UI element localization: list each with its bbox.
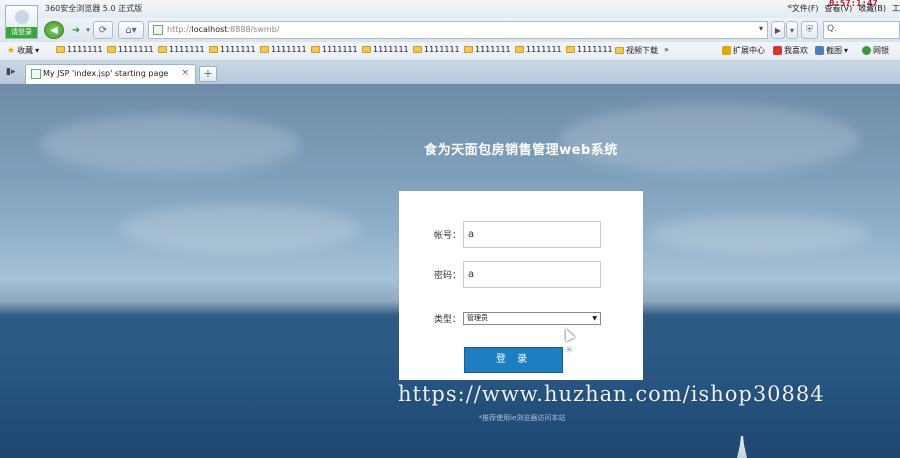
account-row: 帐号： <box>399 221 601 248</box>
chevron-down-icon: ▾ <box>86 26 90 34</box>
favorite-folder[interactable]: 1111111 <box>566 45 613 54</box>
heart-icon <box>773 46 782 55</box>
app-title: 360安全浏览器 5.0 正式版 <box>45 4 143 13</box>
type-label: 类型： <box>433 315 461 325</box>
folder-icon <box>260 46 269 53</box>
bank-icon <box>862 46 871 55</box>
favorite-folder[interactable]: 1111111 <box>158 45 205 54</box>
forward-dropdown[interactable]: ▾ <box>84 21 92 39</box>
account-label: 帐号： <box>433 231 461 241</box>
favorite-video-download[interactable]: 视频下载 <box>615 45 658 56</box>
go-button[interactable]: ▶ <box>771 21 785 39</box>
forward-button[interactable]: ➜ <box>66 21 86 39</box>
folder-icon <box>209 46 218 53</box>
background-cloud <box>650 214 870 254</box>
sidebar-toggle-icon[interactable]: ▮▸ <box>6 67 15 77</box>
go-dropdown[interactable]: ▾ <box>786 21 798 39</box>
login-link[interactable]: 请登录 <box>6 27 37 38</box>
type-select[interactable]: 管理员 ▼ <box>463 312 601 325</box>
menu-tools[interactable]: 工 <box>892 3 900 14</box>
favorite-folder[interactable]: 1111111 <box>311 45 358 54</box>
tab-index-jsp[interactable]: My JSP 'index.jsp' starting page × <box>25 64 196 84</box>
folder-icon <box>413 46 422 53</box>
scissors-icon <box>815 46 824 55</box>
page-content: 食为天面包房销售管理web系统 帐号： 密码： 类型： 管理员 ▼ 登 录 ✳ … <box>0 84 900 458</box>
folder-icon <box>515 46 524 53</box>
folder-icon <box>311 46 320 53</box>
background-cloud <box>120 204 360 254</box>
password-label: 密码： <box>433 271 461 281</box>
favorite-folder[interactable]: 1111111 <box>209 45 256 54</box>
address-url[interactable]: http://localhost:8888/swmb/ <box>167 25 279 34</box>
folder-icon <box>615 47 624 54</box>
search-input[interactable]: Q. <box>823 21 900 39</box>
home-icon: ⌂▾ <box>125 24 137 36</box>
type-selected-value: 管理员 <box>467 314 488 322</box>
title-bar: 360安全浏览器 5.0 正式版 « 0:57:1:47 文件(F) 查看(V)… <box>0 0 900 18</box>
nav-bar: ◀ ➜ ▾ ⟳ ⌂▾ http://localhost:8888/swmb/ ▾… <box>0 18 900 42</box>
favorite-folder[interactable]: 1111111 <box>56 45 103 54</box>
folder-icon <box>566 46 575 53</box>
extension-center[interactable]: 扩展中心 <box>722 45 765 56</box>
puzzle-icon <box>722 46 731 55</box>
page-icon <box>31 69 41 79</box>
password-row: 密码： <box>399 261 601 288</box>
login-form: 帐号： 密码： 类型： 管理员 ▼ 登 录 <box>399 191 643 380</box>
user-icon <box>15 10 29 24</box>
back-button[interactable]: ◀ <box>44 21 64 39</box>
close-icon[interactable]: × <box>181 68 189 78</box>
folder-icon <box>362 46 371 53</box>
browser-recommendation-note: *推荐使用ie浏览器访问本站 <box>478 414 566 422</box>
extension-bank[interactable]: 网银 <box>862 45 889 56</box>
ship-icon <box>737 436 747 458</box>
search-icon: Q. <box>827 24 837 34</box>
menu-bar: 文件(F) 查看(V) 收藏(B) 工 <box>792 3 900 14</box>
tab-title: My JSP 'index.jsp' starting page <box>43 69 169 78</box>
folder-icon <box>56 46 65 53</box>
page-icon <box>153 25 163 35</box>
chevron-down-icon: ▾ <box>844 46 849 55</box>
favorite-folder[interactable]: 1111111 <box>413 45 460 54</box>
folder-icon <box>107 46 116 53</box>
arrow-left-icon: ◀ <box>50 24 58 36</box>
chevron-down-icon: ▾ <box>789 25 794 35</box>
loading-spinner-icon: ✳ <box>565 345 574 356</box>
menu-favorites[interactable]: 收藏(B) <box>858 3 886 14</box>
arrow-right-icon: ➜ <box>71 24 81 36</box>
menu-view[interactable]: 查看(V) <box>825 3 853 14</box>
tab-bar: ▮▸ My JSP 'index.jsp' starting page × + <box>0 61 900 84</box>
favorites-more[interactable]: » <box>664 45 669 54</box>
chevron-down-icon: ▾ <box>35 46 40 55</box>
type-row: 类型： 管理员 ▼ <box>399 312 601 325</box>
menu-file[interactable]: 文件(F) <box>792 3 819 14</box>
watermark-url: https://www.huzhan.com/ishop30884 <box>398 382 825 406</box>
page-title: 食为天面包房销售管理web系统 <box>424 143 618 158</box>
favorite-folder[interactable]: 1111111 <box>260 45 307 54</box>
address-bar[interactable]: http://localhost:8888/swmb/ ▾ <box>148 21 768 39</box>
security-button[interactable]: ⛨ <box>801 21 818 39</box>
reload-button[interactable]: ⟳ <box>93 21 113 39</box>
star-icon: ★ <box>7 45 16 56</box>
extension-favorites[interactable]: 我喜欢 <box>773 45 808 56</box>
extension-screenshot[interactable]: 截图 ▾ <box>815 45 848 56</box>
new-tab-button[interactable]: + <box>199 66 217 82</box>
folder-icon <box>158 46 167 53</box>
favorite-folder[interactable]: 1111111 <box>515 45 562 54</box>
login-button[interactable]: 登 录 <box>464 347 563 373</box>
favorite-folder[interactable]: 1111111 <box>107 45 154 54</box>
shield-icon: ⛨ <box>806 25 813 35</box>
refresh-icon: ⟳ <box>98 24 108 36</box>
chevron-down-icon[interactable]: ▾ <box>759 24 763 33</box>
chevron-down-icon: ▼ <box>592 315 597 322</box>
account-input[interactable] <box>463 221 601 248</box>
favorites-bar: ★ 收藏 ▾ 1111111 1111111 1111111 1111111 111… <box>0 42 900 61</box>
home-button[interactable]: ⌂▾ <box>118 21 144 39</box>
user-avatar[interactable]: 请登录 <box>5 5 38 39</box>
favorites-button[interactable]: ★ 收藏 ▾ <box>7 45 39 56</box>
favorite-folder[interactable]: 1111111 <box>464 45 511 54</box>
favorite-folder[interactable]: 1111111 <box>362 45 409 54</box>
play-icon: ▶ <box>774 25 782 35</box>
password-input[interactable] <box>463 261 601 288</box>
folder-icon <box>464 46 473 53</box>
